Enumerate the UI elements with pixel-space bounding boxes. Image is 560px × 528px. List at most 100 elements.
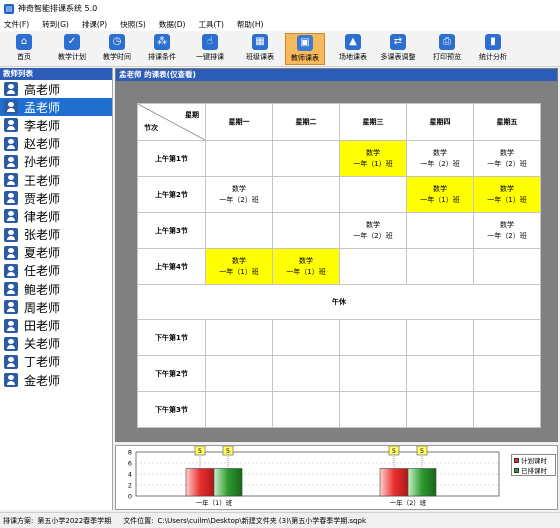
lesson-cell[interactable]: 数学 一年（2）班 [339, 212, 407, 249]
lesson-cell[interactable]: 数学 一年（1）班 [205, 248, 273, 285]
empty-cell[interactable] [406, 391, 474, 428]
teacher-icon [4, 82, 18, 97]
empty-cell[interactable] [406, 212, 474, 249]
toolbar-button[interactable]: ⎙ 打印预览 [427, 33, 467, 65]
empty-cell[interactable] [272, 391, 340, 428]
schedule-panel: 孟老师 的课表(仅查看) 星期 节次 星期一 星期二 星期三 星期四 星期五 上午第1节 数学一… [115, 68, 558, 442]
y-tick-label: 2 [128, 482, 132, 490]
menu-item[interactable]: 工具(T) [198, 19, 223, 30]
empty-cell[interactable] [406, 355, 474, 392]
toolbar-button[interactable]: ⁂ 排课条件 [142, 33, 182, 65]
menu-item[interactable]: 排课(P) [82, 19, 107, 30]
menu-item[interactable]: 快照(S) [120, 19, 146, 30]
toolbar-button[interactable]: ▲ 场地课表 [333, 33, 373, 65]
lesson-cell[interactable]: 数学 一年（1）班 [473, 176, 541, 213]
toolbar-button[interactable]: ✓ 教学计划 [52, 33, 92, 65]
empty-cell[interactable] [473, 355, 541, 392]
lesson-cell[interactable]: 数学 一年（1）班 [272, 248, 340, 285]
teacher-list-item[interactable]: 孟老师 [0, 98, 112, 117]
lesson-subject: 数学 [500, 184, 514, 193]
lesson-cell[interactable]: 数学 一年（2）班 [473, 140, 541, 177]
teacher-list-item[interactable]: 李老师 [0, 116, 112, 134]
lesson-class: 一年（1）班 [353, 159, 393, 168]
menu-item[interactable]: 转到(G) [42, 19, 69, 30]
toolbar-button-label: 教师课表 [291, 54, 319, 62]
teacher-list-item[interactable]: 孙老师 [0, 153, 112, 171]
x-category-label: 一年（2）班 [390, 498, 427, 507]
toolbar-button[interactable]: ◷ 教学时间 [97, 33, 137, 65]
empty-cell[interactable] [339, 391, 407, 428]
empty-cell[interactable] [272, 319, 340, 356]
empty-cell[interactable] [272, 140, 340, 177]
teacher-icon [4, 373, 18, 388]
lesson-subject: 数学 [366, 220, 380, 229]
empty-cell[interactable] [205, 212, 273, 249]
teacher-list-item[interactable]: 王老师 [0, 171, 112, 189]
empty-cell[interactable] [406, 319, 474, 356]
period-label: 上午第3节 [137, 212, 206, 249]
toolbar-button[interactable]: ☝ 一键排课 [190, 33, 230, 65]
lesson-cell[interactable]: 数学 一年（2）班 [205, 176, 273, 213]
empty-cell[interactable] [473, 391, 541, 428]
teacher-list-item[interactable]: 任老师 [0, 262, 112, 280]
toolbar-button[interactable]: ▣ 教师课表 [285, 33, 325, 65]
teacher-list-item[interactable]: 赵老师 [0, 135, 112, 153]
empty-cell[interactable] [473, 248, 541, 285]
lesson-cell[interactable]: 数学 一年（2）班 [473, 212, 541, 249]
empty-cell[interactable] [339, 355, 407, 392]
empty-cell[interactable] [205, 355, 273, 392]
teacher-list-item[interactable]: 张老师 [0, 226, 112, 244]
data-label: 5 [392, 447, 396, 455]
empty-cell[interactable] [339, 248, 407, 285]
chart-bar [407, 468, 437, 497]
teacher-list-item[interactable]: 律老师 [0, 207, 112, 225]
teacher-list-item[interactable]: 高老师 [0, 80, 112, 98]
menu-item[interactable]: 数据(D) [159, 19, 186, 30]
toolbar-button-label: 教学计划 [58, 53, 86, 61]
toolbar-button[interactable]: ▦ 班级课表 [240, 33, 280, 65]
lunch-break-row: 午休 [137, 284, 541, 320]
toolbar-button[interactable]: ⌂ 首页 [4, 33, 44, 65]
teacher-name: 孙老师 [24, 155, 61, 170]
teacher-list-item[interactable]: 丁老师 [0, 353, 112, 371]
teacher-name: 关老师 [24, 337, 61, 352]
empty-cell[interactable] [272, 212, 340, 249]
empty-cell[interactable] [339, 176, 407, 213]
teacher-list-item[interactable]: 夏老师 [0, 244, 112, 262]
empty-cell[interactable] [473, 319, 541, 356]
menu-item[interactable]: 文件(F) [4, 19, 29, 30]
lesson-class: 一年（1）班 [286, 267, 326, 276]
empty-cell[interactable] [272, 355, 340, 392]
teacher-icon [4, 173, 18, 188]
teacher-list-item[interactable]: 鲍老师 [0, 280, 112, 298]
lesson-cell[interactable]: 数学 一年（1）班 [339, 140, 407, 177]
empty-cell[interactable] [205, 319, 273, 356]
teacher-list-item[interactable]: 金老师 [0, 371, 112, 389]
title-bar: ▤ 神奇智能排课系统 5.0 [0, 0, 560, 17]
toolbar-button[interactable]: ▮ 统计分析 [473, 33, 513, 65]
teacher-list-item[interactable]: 田老师 [0, 316, 112, 334]
y-tick-label: 4 [128, 471, 132, 479]
teacher-name: 律老师 [24, 209, 61, 224]
conditions-icon: ⁂ [154, 34, 170, 50]
plan-label: 排课方案: [3, 516, 34, 525]
lesson-cell[interactable]: 数学 一年（1）班 [406, 176, 474, 213]
teacher-list-item[interactable]: 贾老师 [0, 189, 112, 207]
day-header: 星期四 [406, 103, 474, 141]
day-header: 星期一 [205, 103, 273, 141]
teacher-list-panel: 教师列表 高老师 孟老师 李老师 赵老师 孙老师 王老师 贾老师 律老师 张老师 夏老师 任老师 鲍老… [0, 68, 113, 510]
empty-cell[interactable] [205, 140, 273, 177]
chart-bar [213, 468, 243, 497]
toolbar-button[interactable]: ⇄ 多课表调整 [378, 33, 418, 65]
lesson-cell[interactable]: 数学 一年（2）班 [406, 140, 474, 177]
menu-item[interactable]: 帮助(H) [237, 19, 264, 30]
lesson-subject: 数学 [232, 184, 246, 193]
teacher-list-item[interactable]: 周老师 [0, 298, 112, 316]
schedule-table: 星期 节次 星期一 星期二 星期三 星期四 星期五 上午第1节 数学 一年（1）班 数学 一年（2）班… [137, 103, 541, 428]
teacher-name: 周老师 [24, 300, 61, 315]
empty-cell[interactable] [205, 391, 273, 428]
teacher-list-item[interactable]: 关老师 [0, 335, 112, 353]
empty-cell[interactable] [406, 248, 474, 285]
empty-cell[interactable] [339, 319, 407, 356]
empty-cell[interactable] [272, 176, 340, 213]
